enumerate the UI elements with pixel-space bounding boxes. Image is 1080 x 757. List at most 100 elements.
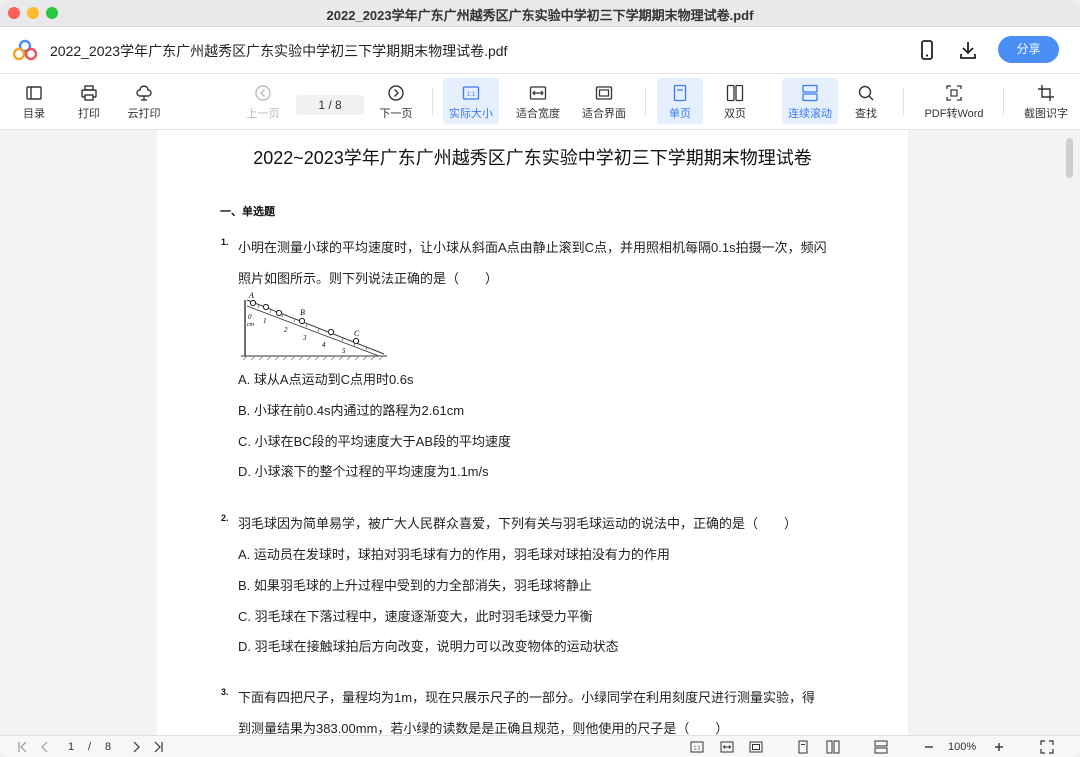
screenshot-ocr-button[interactable]: 截图识字 [1018,78,1074,124]
question-2-option-a: A. 运动员在发球时，球拍对羽毛球有力的作用，羽毛球对球拍没有力的作用 [238,547,670,562]
toc-label: 目录 [23,108,45,120]
status-total-pages: 8 [105,741,112,753]
fit-width-label: 适合宽度 [516,108,560,120]
zoom-in-icon[interactable] [992,739,1006,755]
section-heading: 一、单选题 [220,206,275,218]
app-header: 2022_2023学年广东广州越秀区广东实验中学初三下学期期末物理试卷.pdf … [0,27,1080,74]
toolbar-divider [432,88,433,116]
fit-page-button[interactable]: 适合界面 [577,78,631,124]
actual-size-icon: 1:1 [462,86,480,100]
fit-width-button[interactable]: 适合宽度 [511,78,565,124]
single-page-label: 单页 [669,108,691,120]
double-page-icon[interactable] [826,739,840,755]
share-button[interactable]: 分享 [998,36,1059,63]
pdf-to-word-label: PDF转Word [924,108,984,120]
fit-page-label: 适合界面 [582,108,626,120]
question-3-number: 3. [221,687,229,697]
single-page-icon[interactable] [796,739,810,755]
status-page-separator: / [88,741,92,753]
app-logo-icon [13,39,37,61]
search-icon [858,85,874,101]
question-1-option-c: C. 小球在BC段的平均速度大于AB段的平均速度 [238,434,512,449]
convert-icon [946,85,962,101]
screenshot-ocr-label: 截图识字 [1024,108,1068,120]
fullscreen-icon[interactable] [1040,739,1054,755]
status-current-page[interactable]: 1 [68,739,74,755]
mobile-icon[interactable] [916,39,938,61]
vertical-scrollbar[interactable] [1066,138,1073,178]
app-window: 2022_2023学年广东广州越秀区广东实验中学初三下学期期末物理试卷.pdf … [0,0,1080,757]
question-1-option-b: B. 小球在前0.4s内通过的路程为2.61cm [238,403,465,418]
next-page-label: 下一页 [379,108,413,120]
window-title: 2022_2023学年广东广州越秀区广东实验中学初三下学期期末物理试卷.pdf [326,8,754,23]
incline-diagram: A B C cm 0 1 2 3 4 5 [241,291,387,361]
status-bar: 1 / 8 1:1 100% [0,735,1080,757]
cloud-print-button[interactable]: 云打印 [122,78,166,124]
zoom-level[interactable]: 100% [948,739,976,755]
pdf-page: 2022~2023学年广东广州越秀区广东实验中学初三下学期期末物理试卷 一、单选… [157,130,908,735]
chevron-right-circle-icon [388,85,404,101]
svg-text:1:1: 1:1 [694,746,701,752]
label-b: B [300,308,305,317]
fit-width-icon[interactable] [720,739,734,755]
continuous-scroll-icon [802,84,818,102]
single-page-icon [673,84,687,102]
search-label: 查找 [855,108,877,120]
search-button[interactable]: 查找 [848,78,884,124]
question-1-text: 小明在测量小球的平均速度时，让小球从斜面A点由静止滚到C点，并用照相机每隔0.1… [238,240,827,255]
toolbar: 目录 打印 云打印 上一页 1 / 8 下一页 1:1 实际大小 适合宽度 适合… [0,74,1080,130]
tick-label-3: 3 [302,334,307,342]
single-page-button[interactable]: 单页 [657,78,703,124]
fit-page-icon [595,86,613,100]
first-page-icon[interactable] [16,739,30,755]
question-2-text: 羽毛球因为简单易学，被广大人民群众喜爱，下列有关与羽毛球运动的说法中，正确的是（… [238,516,798,531]
toolbar-divider [645,88,646,116]
continuous-scroll-button[interactable]: 连续滚动 [782,78,838,124]
fit-page-icon[interactable] [749,739,763,755]
tick-label-2: 2 [284,326,288,334]
sidebar-icon [26,86,42,100]
question-2-number: 2. [221,513,229,523]
next-page-icon[interactable] [129,739,143,755]
double-page-label: 双页 [724,108,746,120]
pdf-to-word-button[interactable]: PDF转Word [918,78,990,124]
document-title: 2022~2023学年广东广州越秀区广东实验中学初三下学期期末物理试卷 [253,148,812,168]
label-a: A [248,291,254,300]
cloud-icon [136,85,152,101]
question-2-option-d: D. 羽毛球在接触球拍后方向改变，说明力可以改变物体的运动状态 [238,639,619,654]
prev-page-label: 上一页 [246,108,280,120]
tick-label-4: 4 [322,341,326,349]
continuous-scroll-icon[interactable] [874,739,888,755]
tick-label-1: 1 [263,317,267,325]
tick-label-5: 5 [342,347,346,355]
continuous-scroll-label: 连续滚动 [788,108,832,120]
prev-page-button[interactable]: 上一页 [243,78,283,124]
chevron-left-circle-icon [255,85,271,101]
actual-size-button[interactable]: 1:1 实际大小 [443,78,499,124]
question-2-option-c: C. 羽毛球在下落过程中，速度逐渐变大，此时羽毛球受力平衡 [238,609,593,624]
page-number-input[interactable]: 1 / 8 [296,95,364,115]
toolbar-divider [903,88,904,116]
toolbar-divider [1003,88,1004,116]
printer-icon [81,85,97,101]
toc-button[interactable]: 目录 [14,78,54,124]
label-cm: cm [247,322,255,328]
print-button[interactable]: 打印 [69,78,109,124]
actual-size-icon[interactable]: 1:1 [690,739,704,755]
prev-page-icon[interactable] [38,739,52,755]
double-page-icon [726,84,744,102]
document-filename: 2022_2023学年广东广州越秀区广东实验中学初三下学期期末物理试卷.pdf [50,43,508,59]
download-icon[interactable] [957,39,979,61]
last-page-icon[interactable] [151,739,165,755]
actual-size-label: 实际大小 [449,108,493,120]
double-page-button[interactable]: 双页 [714,78,756,124]
next-page-button[interactable]: 下一页 [376,78,416,124]
title-bar: 2022_2023学年广东广州越秀区广东实验中学初三下学期期末物理试卷.pdf [0,0,1080,27]
crop-icon [1038,85,1054,101]
tick-label-0: 0 [248,313,252,321]
question-3-text-line2: 到测量结果为383.00mm，若小绿的读数是是正确且规范，则他使用的尺子是（ ） [238,721,729,735]
question-1-option-a: A. 球从A点运动到C点用时0.6s [238,372,414,387]
zoom-out-icon[interactable] [922,739,936,755]
document-viewport[interactable]: 2022~2023学年广东广州越秀区广东实验中学初三下学期期末物理试卷 一、单选… [0,130,1080,735]
question-2-option-b: B. 如果羽毛球的上升过程中受到的力全部消失，羽毛球将静止 [238,578,592,593]
